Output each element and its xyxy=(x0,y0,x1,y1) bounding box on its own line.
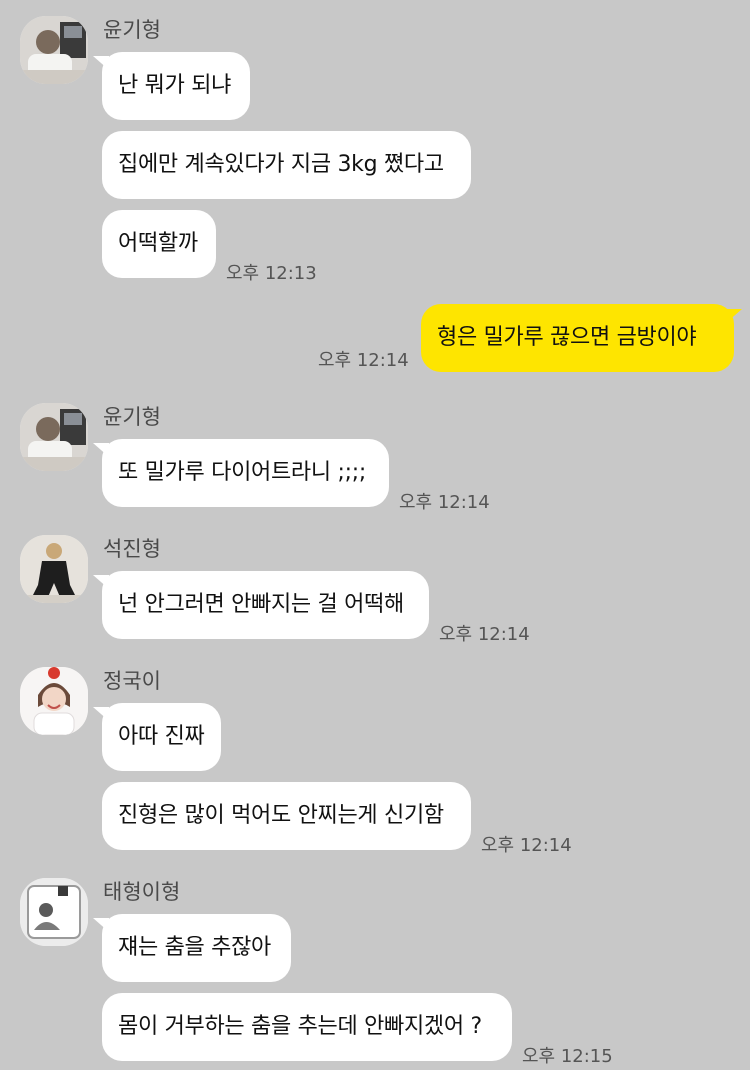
profile-avatar[interactable] xyxy=(20,403,88,471)
sender-name: 정국이 xyxy=(103,669,161,693)
sender-name: 윤기형 xyxy=(103,405,161,429)
chat-room: 윤기형 난 뭐가 되냐 집에만 계속있다가 지금 3kg 쪘다고 어떡할까 오후… xyxy=(0,0,750,1070)
profile-avatar[interactable] xyxy=(20,16,88,84)
profile-photo-icon xyxy=(20,403,88,471)
message-bubble[interactable]: 쟤는 춤을 추잖아 xyxy=(102,914,291,982)
message-timestamp: 오후 12:14 xyxy=(481,835,572,856)
sender-name: 태형이형 xyxy=(103,880,181,904)
sender-name: 석진형 xyxy=(103,537,161,561)
outgoing-message-bubble[interactable]: 형은 밀가루 끊으면 금방이야 xyxy=(421,304,734,372)
message-bubble[interactable]: 또 밀가루 다이어트라니 ;;;; xyxy=(102,439,389,507)
profile-photo-icon xyxy=(20,16,88,84)
message-timestamp: 오후 12:15 xyxy=(522,1046,613,1067)
message-bubble[interactable]: 아따 진짜 xyxy=(102,703,221,771)
profile-avatar[interactable] xyxy=(20,878,88,946)
message-timestamp: 오후 12:13 xyxy=(226,263,317,284)
message-bubble[interactable]: 난 뭐가 되냐 xyxy=(102,52,250,120)
profile-photo-icon xyxy=(20,878,88,946)
bubble-tail xyxy=(726,309,742,323)
profile-avatar[interactable] xyxy=(20,667,88,735)
message-timestamp: 오후 12:14 xyxy=(439,624,530,645)
message-timestamp: 오후 12:14 xyxy=(318,350,409,371)
message-bubble[interactable]: 집에만 계속있다가 지금 3kg 쪘다고 xyxy=(102,131,471,199)
message-timestamp: 오후 12:14 xyxy=(399,492,490,513)
sender-name: 윤기형 xyxy=(103,18,161,42)
profile-photo-icon xyxy=(20,667,88,735)
message-bubble[interactable]: 진형은 많이 먹어도 안찌는게 신기함 xyxy=(102,782,471,850)
profile-avatar[interactable] xyxy=(20,535,88,603)
message-bubble[interactable]: 어떡할까 xyxy=(102,210,216,278)
profile-photo-icon xyxy=(20,535,88,603)
message-bubble[interactable]: 넌 안그러면 안빠지는 걸 어떡해 xyxy=(102,571,429,639)
message-bubble[interactable]: 몸이 거부하는 춤을 추는데 안빠지겠어 ? xyxy=(102,993,512,1061)
